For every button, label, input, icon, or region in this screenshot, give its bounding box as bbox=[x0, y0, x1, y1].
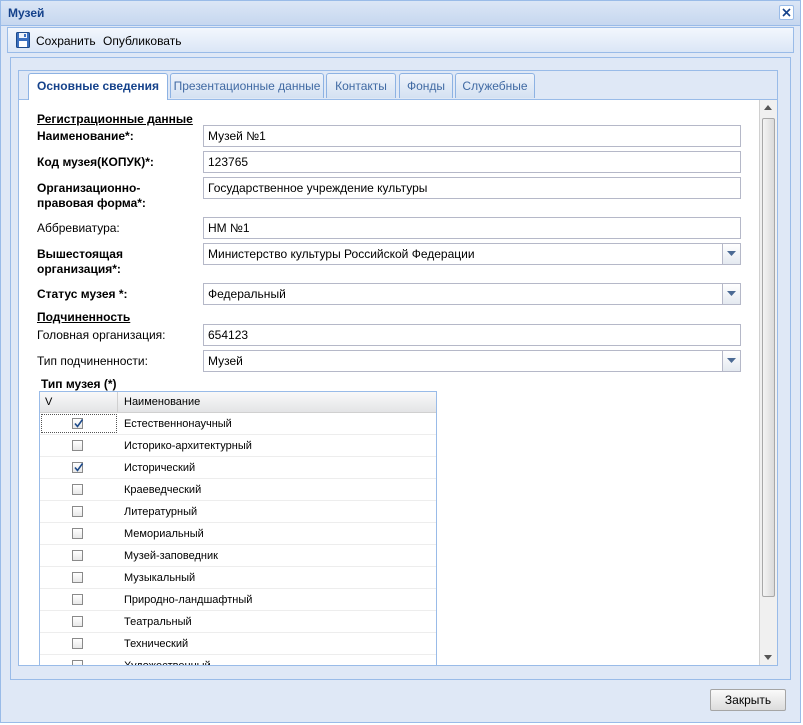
tab-contacts[interactable]: Контакты bbox=[326, 73, 396, 98]
status-value: Федеральный bbox=[208, 287, 286, 301]
table-row[interactable]: Исторический bbox=[40, 457, 436, 479]
row-name: Исторический bbox=[124, 462, 196, 474]
row-name: Литературный bbox=[124, 506, 198, 518]
row-name: Естественнонаучный bbox=[124, 418, 232, 430]
table-row[interactable]: Художественный bbox=[40, 655, 436, 665]
main-info-form: Регистрационные данные Наименование*: Му… bbox=[19, 100, 760, 665]
window-titlebar[interactable]: Музей bbox=[1, 1, 800, 26]
table-row[interactable]: Естественнонаучный bbox=[40, 413, 436, 435]
head-org-label: Головная организация: bbox=[37, 328, 166, 342]
tab-strip: Основные сведения Презентационные данные… bbox=[19, 71, 777, 100]
publish-button[interactable]: Опубликовать bbox=[103, 32, 181, 50]
table-row[interactable]: Историко-архитектурный bbox=[40, 435, 436, 457]
floppy-disk-icon bbox=[16, 32, 30, 48]
name-field[interactable]: Музей №1 bbox=[203, 125, 741, 147]
row-checkbox[interactable] bbox=[72, 506, 83, 517]
scroll-up-icon[interactable] bbox=[764, 105, 772, 110]
row-checkbox[interactable] bbox=[72, 440, 83, 451]
sub-type-label: Тип подчиненности: bbox=[37, 354, 148, 368]
museum-type-grid: V Наименование Естественнонаучный Историк… bbox=[39, 391, 437, 665]
checkmark-icon bbox=[74, 463, 84, 472]
chevron-down-icon[interactable] bbox=[722, 351, 740, 371]
scrollbar-thumb[interactable] bbox=[762, 118, 775, 597]
table-row[interactable]: Краеведческий bbox=[40, 479, 436, 501]
sub-type-value: Музей bbox=[208, 354, 243, 368]
section-registration-title: Регистрационные данные bbox=[37, 112, 193, 126]
grid-col-check[interactable]: V bbox=[40, 392, 118, 412]
row-name: Природно-ландшафтный bbox=[124, 594, 253, 606]
row-checkbox[interactable] bbox=[72, 572, 83, 583]
row-name: Мемориальный bbox=[124, 528, 204, 540]
tab-presentation[interactable]: Презентационные данные bbox=[170, 73, 324, 98]
status-combo[interactable]: Федеральный bbox=[203, 283, 741, 305]
row-name: Краеведческий bbox=[124, 484, 202, 496]
window-title: Музей bbox=[8, 6, 45, 20]
scroll-down-icon[interactable] bbox=[764, 655, 772, 660]
sub-type-combo[interactable]: Музей bbox=[203, 350, 741, 372]
row-checkbox[interactable] bbox=[72, 484, 83, 495]
publish-button-label: Опубликовать bbox=[103, 34, 182, 48]
row-checkbox[interactable] bbox=[72, 660, 83, 665]
parent-org-label: Вышестоящая организация*: bbox=[37, 247, 123, 276]
tab-panel: Основные сведения Презентационные данные… bbox=[18, 70, 778, 666]
table-row[interactable]: Музыкальный bbox=[40, 567, 436, 589]
table-row[interactable]: Театральный bbox=[40, 611, 436, 633]
row-name: Театральный bbox=[124, 616, 192, 628]
tab-service[interactable]: Служебные bbox=[455, 73, 535, 98]
save-button-label: Сохранить bbox=[36, 34, 96, 48]
table-row[interactable]: Природно-ландшафтный bbox=[40, 589, 436, 611]
row-name: Музей-заповедник bbox=[124, 550, 218, 562]
table-row[interactable]: Мемориальный bbox=[40, 523, 436, 545]
museum-window: Музей Сохранить Опубликовать Основные св… bbox=[0, 0, 801, 723]
row-checkbox[interactable] bbox=[72, 418, 84, 429]
section-subordination-title: Подчиненность bbox=[37, 310, 131, 324]
row-checkbox[interactable] bbox=[72, 594, 83, 605]
table-row[interactable]: Технический bbox=[40, 633, 436, 655]
row-name: Технический bbox=[124, 638, 189, 650]
abbr-label: Аббревиатура: bbox=[37, 221, 120, 235]
parent-org-value: Министерство культуры Российской Федерац… bbox=[208, 247, 475, 261]
row-name: Художественный bbox=[124, 660, 211, 665]
abbr-field[interactable]: НМ №1 bbox=[203, 217, 741, 239]
table-row[interactable]: Литературный bbox=[40, 501, 436, 523]
checkmark-icon bbox=[74, 419, 84, 428]
tab-main-info[interactable]: Основные сведения bbox=[28, 73, 168, 100]
tab-funds[interactable]: Фонды bbox=[399, 73, 453, 98]
code-label: Код музея(КОПУК)*: bbox=[37, 155, 154, 169]
museum-type-label: Тип музея (*) bbox=[41, 377, 117, 391]
legal-form-field[interactable]: Государственное учреждение культуры bbox=[203, 177, 741, 199]
grid-header: V Наименование bbox=[40, 392, 436, 413]
head-org-field[interactable]: 654123 bbox=[203, 324, 741, 346]
toolbar: Сохранить Опубликовать bbox=[7, 27, 794, 53]
row-checkbox[interactable] bbox=[72, 528, 83, 539]
row-name: Историко-архитектурный bbox=[124, 440, 252, 452]
row-checkbox[interactable] bbox=[72, 616, 83, 627]
parent-org-combo[interactable]: Министерство культуры Российской Федерац… bbox=[203, 243, 741, 265]
form-scrollbar[interactable] bbox=[759, 100, 777, 665]
close-button[interactable]: Закрыть bbox=[710, 689, 786, 711]
name-label: Наименование*: bbox=[37, 129, 134, 143]
status-label: Статус музея *: bbox=[37, 287, 128, 301]
chevron-down-icon[interactable] bbox=[722, 244, 740, 264]
row-checkbox[interactable] bbox=[72, 638, 83, 649]
row-checkbox[interactable] bbox=[72, 462, 84, 473]
table-row[interactable]: Музей-заповедник bbox=[40, 545, 436, 567]
save-button[interactable]: Сохранить bbox=[14, 32, 98, 50]
code-field[interactable]: 123765 bbox=[203, 151, 741, 173]
chevron-down-icon[interactable] bbox=[722, 284, 740, 304]
close-icon[interactable] bbox=[779, 5, 794, 20]
row-checkbox[interactable] bbox=[72, 550, 83, 561]
row-name: Музыкальный bbox=[124, 572, 196, 584]
legal-form-label: Организационно-правовая форма*: bbox=[37, 181, 146, 210]
